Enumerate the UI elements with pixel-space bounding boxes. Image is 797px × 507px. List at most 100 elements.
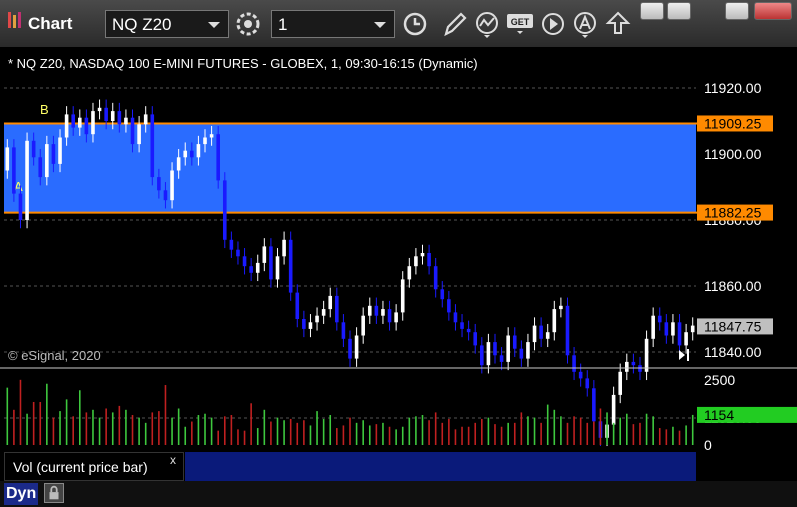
last-volume-label: 1154 — [704, 407, 734, 423]
candle-body — [12, 147, 16, 194]
cursor-icon[interactable] — [603, 10, 633, 38]
candle-body — [618, 371, 623, 395]
dynamic-mode-label[interactable]: Dyn — [4, 483, 39, 505]
candle-body — [229, 239, 234, 250]
candle-body — [447, 299, 451, 313]
level-price-label: 11882.25 — [704, 205, 762, 221]
candle-body — [190, 150, 194, 158]
candle-body — [631, 361, 636, 366]
chevron-down-icon[interactable] — [208, 22, 220, 28]
get-icon[interactable]: GET — [505, 10, 535, 38]
candle-body — [532, 325, 537, 343]
candle-body — [460, 322, 464, 329]
price-tick-label: 11860.00 — [704, 278, 762, 294]
candle-body — [341, 322, 346, 339]
alert-icon[interactable] — [570, 10, 600, 38]
candle-body — [203, 137, 207, 145]
candle-body — [249, 266, 253, 273]
candle-body — [104, 107, 108, 121]
candle-body — [394, 312, 398, 323]
candle-body — [453, 312, 458, 323]
candle-body — [611, 394, 616, 425]
price-tick-label: 11920.00 — [704, 80, 762, 96]
candle-body — [308, 322, 313, 329]
level-price-label: 11909.25 — [704, 115, 762, 131]
gear-icon[interactable] — [233, 10, 263, 38]
help-button[interactable] — [640, 2, 664, 20]
candle-body — [466, 328, 471, 333]
candle-body — [321, 309, 326, 316]
candle-body — [38, 157, 43, 178]
candle-body — [209, 134, 214, 138]
level-marker: B — [40, 102, 49, 117]
candle-body — [51, 144, 56, 164]
bottom-bar — [0, 481, 797, 507]
restore-button[interactable] — [667, 2, 691, 20]
window-title: Chart — [28, 14, 73, 33]
candle-body — [519, 348, 524, 359]
candle-body — [565, 305, 570, 356]
volume-tick-label: 0 — [704, 437, 712, 453]
interval-value: 1 — [278, 15, 288, 34]
study-label: Vol (current price bar) — [13, 459, 148, 475]
candle-body — [18, 193, 23, 220]
maximize-button[interactable] — [725, 2, 749, 20]
candle-body — [124, 117, 128, 125]
candle-body — [216, 134, 220, 181]
interval-combo[interactable]: 1 — [271, 10, 395, 38]
candle-body — [143, 114, 148, 125]
candle-body — [282, 239, 286, 257]
close-icon[interactable]: x — [170, 453, 176, 467]
candle-body — [275, 256, 280, 280]
candle-body — [31, 140, 36, 158]
price-tick-label: 11900.00 — [704, 146, 762, 162]
chevron-down-icon[interactable] — [374, 22, 386, 28]
candle-body — [486, 342, 491, 366]
candle-body — [242, 256, 247, 267]
candle-body — [222, 180, 227, 240]
price-chart[interactable]: BA * NQ Z20, NASDAQ 100 E-MINI FUTURES -… — [0, 47, 797, 481]
pencil-icon[interactable] — [440, 10, 470, 38]
candle-body — [236, 249, 240, 257]
candle-body — [585, 378, 590, 389]
candle-body — [137, 124, 141, 145]
candle-body — [644, 338, 649, 372]
candle-body — [262, 246, 267, 263]
lock-icon[interactable] — [44, 483, 64, 503]
candle-body — [433, 266, 438, 290]
candle-body — [506, 335, 510, 362]
candle-body — [677, 322, 682, 346]
close-button[interactable] — [754, 2, 792, 20]
candle-body — [407, 266, 412, 280]
candle-body — [657, 315, 662, 323]
svg-text:GET: GET — [511, 17, 530, 27]
candle-body — [71, 114, 75, 128]
candle-body — [302, 319, 306, 329]
symbol-value: NQ Z20 — [112, 15, 172, 34]
candle-body — [671, 322, 675, 336]
candle-body — [539, 325, 543, 339]
candle-body — [572, 355, 576, 372]
candle-body — [255, 262, 260, 273]
app-logo-icon — [8, 12, 21, 28]
price-zone[interactable] — [4, 123, 696, 213]
candle-body — [420, 253, 425, 257]
indicator-icon[interactable] — [472, 10, 502, 38]
candle-body — [348, 338, 352, 359]
clock-icon[interactable] — [400, 10, 430, 38]
candle-body — [328, 295, 333, 310]
candle-body — [288, 239, 293, 293]
axis-corner — [696, 452, 797, 481]
candle-body — [361, 315, 365, 336]
candle-body — [499, 355, 504, 362]
study-label-box[interactable]: Vol (current price bar) — [4, 452, 184, 481]
candle-body — [473, 332, 478, 346]
study-panel-bar — [185, 452, 696, 481]
symbol-combo[interactable]: NQ Z20 — [105, 10, 229, 38]
play-icon[interactable] — [538, 10, 568, 38]
candle-body — [354, 335, 359, 359]
candle-body — [97, 107, 102, 112]
copyright-label: © eSignal, 2020 — [8, 348, 101, 363]
candle-body — [5, 147, 10, 171]
candle-body — [526, 342, 530, 359]
